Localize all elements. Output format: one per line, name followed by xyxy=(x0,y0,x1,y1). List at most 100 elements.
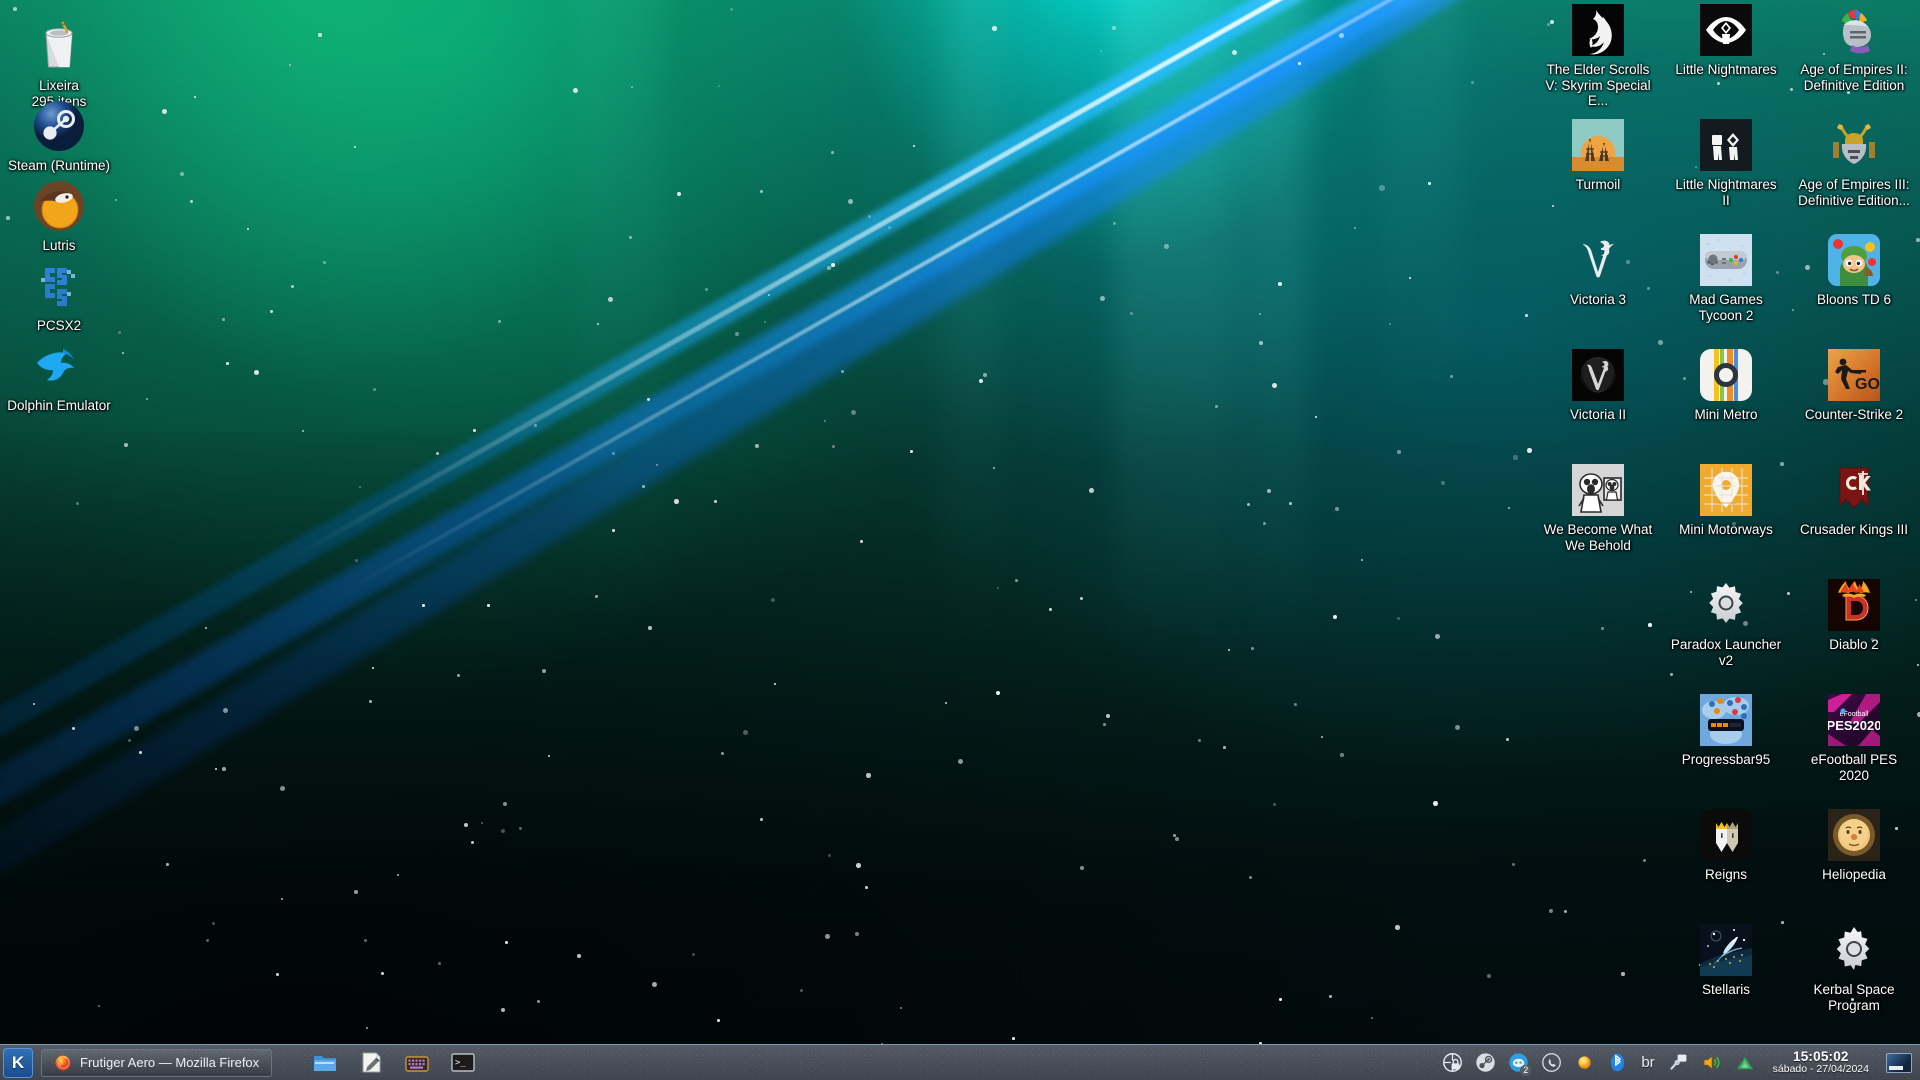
victoria-2-icon xyxy=(1570,347,1626,403)
desktop-icon-label: Dolphin Emulator xyxy=(0,398,118,414)
aoe2-icon xyxy=(1826,2,1882,58)
desktop-icon-lutris[interactable]: Lutris xyxy=(0,178,118,254)
trash-can-icon xyxy=(31,18,87,74)
desktop-icon-little-nightmares-2[interactable]: Little Nightmares II xyxy=(1670,117,1782,208)
turmoil-icon xyxy=(1570,117,1626,173)
kerbal-space-program-icon xyxy=(1826,922,1882,978)
keyboard-layout-indicator[interactable]: br xyxy=(1639,1054,1656,1071)
file-manager-icon[interactable] xyxy=(312,1050,338,1076)
progressbar95-icon xyxy=(1698,692,1754,748)
desktop-icon-label: Stellaris xyxy=(1670,982,1782,998)
desktop-icon-bloons-td-6[interactable]: Bloons TD 6 xyxy=(1798,232,1910,308)
desktop-icon-heliopedia[interactable]: Heliopedia xyxy=(1798,807,1910,883)
desktop-icon-kerbal-space-program[interactable]: Kerbal Space Program xyxy=(1798,922,1910,1013)
efootball-pes-2020-icon: eFootball PES2020 xyxy=(1826,692,1882,748)
whatsapp-icon[interactable] xyxy=(1540,1052,1562,1074)
desktop-icon-label: Heliopedia xyxy=(1798,867,1910,883)
desktop-icon-label: Age of Empires III: Definitive Edition..… xyxy=(1798,177,1910,208)
desktop-icon-label: Counter-Strike 2 xyxy=(1798,407,1910,423)
clock-date: sábado - 27/04/2024 xyxy=(1773,1064,1869,1075)
clock-time: 15:05:02 xyxy=(1773,1050,1869,1064)
desktop-icon-label: Victoria II xyxy=(1542,407,1654,423)
desktop-icon-label: Turmoil xyxy=(1542,177,1654,193)
keyboard-app-icon[interactable] xyxy=(404,1050,430,1076)
desktop-icon-victoria-3[interactable]: Victoria 3 xyxy=(1542,232,1654,308)
taskbar: K Frutiger Aero — Mozill xyxy=(0,1044,1920,1080)
victoria-3-icon xyxy=(1570,232,1626,288)
pcsx2-icon xyxy=(31,258,87,314)
discord-badge: 2 xyxy=(1520,1065,1531,1076)
desktop-icon-efootball-pes-2020[interactable]: eFootball PES2020 eFootball PES 2020 xyxy=(1798,692,1910,783)
desktop-icon-label: Paradox Launcher v2 xyxy=(1670,637,1782,668)
desktop-icon-victoria-2[interactable]: Victoria II xyxy=(1542,347,1654,423)
desktop-icon-reigns[interactable]: Reigns xyxy=(1670,807,1782,883)
desktop-icon-layer: Lixeira 295 itens Steam (Runtime) Lutris xyxy=(0,0,1920,1080)
desktop-icon-dolphin-emulator[interactable]: Dolphin Emulator xyxy=(0,338,118,414)
paradox-launcher-icon xyxy=(1698,577,1754,633)
desktop-icon-label: Progressbar95 xyxy=(1670,752,1782,768)
terminal-icon[interactable]: >_ xyxy=(450,1050,476,1076)
desktop-icon-pcsx2[interactable]: PCSX2 xyxy=(0,258,118,334)
little-nightmares-icon xyxy=(1698,2,1754,58)
desktop-icon-skyrim[interactable]: The Elder Scrolls V: Skyrim Special E... xyxy=(1542,2,1654,109)
desktop-icon-label: Mad Games Tycoon 2 xyxy=(1670,292,1782,323)
desktop-icon-we-become-what-we-behold[interactable]: We Become What We Behold xyxy=(1542,462,1654,553)
updates-icon[interactable] xyxy=(1734,1052,1756,1074)
desktop-icon-aoe3[interactable]: Age of Empires III: Definitive Edition..… xyxy=(1798,117,1910,208)
weather-sun-icon[interactable] xyxy=(1573,1052,1595,1074)
we-become-what-we-behold-icon xyxy=(1570,462,1626,518)
desktop-icon-mini-metro[interactable]: Mini Metro xyxy=(1670,347,1782,423)
taskbar-window-title: Frutiger Aero — Mozilla Firefox xyxy=(80,1055,259,1070)
desktop-icon-mad-games-tycoon-2[interactable]: Mad Games Tycoon 2 xyxy=(1670,232,1782,323)
skyrim-icon xyxy=(1570,2,1626,58)
desktop-icon-stellaris[interactable]: Stellaris xyxy=(1670,922,1782,998)
desktop-icon-label: Reigns xyxy=(1670,867,1782,883)
vault-lock-icon[interactable] xyxy=(1441,1052,1463,1074)
lutris-icon xyxy=(31,178,87,234)
svg-text:PES2020: PES2020 xyxy=(1828,718,1880,733)
heliopedia-icon xyxy=(1826,807,1882,863)
bloons-td-6-icon xyxy=(1826,232,1882,288)
desktop-icon-aoe2[interactable]: Age of Empires II: Definitive Edition xyxy=(1798,2,1910,93)
desktop-icon-label: Mini Motorways xyxy=(1670,522,1782,538)
desktop-icon-label: Little Nightmares II xyxy=(1670,177,1782,208)
show-desktop-icon[interactable] xyxy=(1886,1053,1912,1073)
desktop-icon-label: Bloons TD 6 xyxy=(1798,292,1910,308)
kde-menu-label: K xyxy=(12,1053,24,1073)
desktop-icon-label: Age of Empires II: Definitive Edition xyxy=(1798,62,1910,93)
desktop-icon-diablo-2[interactable]: Diablo 2 xyxy=(1798,577,1910,653)
desktop-icon-label: Steam (Runtime) xyxy=(0,158,118,174)
kde-menu-icon[interactable]: K xyxy=(3,1048,33,1078)
desktop-icon-label: Diablo 2 xyxy=(1798,637,1910,653)
input-method-icon[interactable] xyxy=(1668,1052,1690,1074)
task-list: Frutiger Aero — Mozilla Firefox xyxy=(41,1049,272,1077)
desktop-icon-progressbar95[interactable]: Progressbar95 xyxy=(1670,692,1782,768)
crusader-kings-3-icon xyxy=(1826,462,1882,518)
desktop-icon-turmoil[interactable]: Turmoil xyxy=(1542,117,1654,193)
volume-icon[interactable] xyxy=(1701,1052,1723,1074)
desktop-icon-little-nightmares[interactable]: Little Nightmares xyxy=(1670,2,1782,78)
desktop-icon-label: We Become What We Behold xyxy=(1542,522,1654,553)
dolphin-emulator-icon xyxy=(31,338,87,394)
desktop-icon-label: Crusader Kings III xyxy=(1798,522,1910,538)
bluetooth-icon[interactable] xyxy=(1606,1052,1628,1074)
text-editor-icon[interactable] xyxy=(358,1050,384,1076)
desktop-icon-label: The Elder Scrolls V: Skyrim Special E... xyxy=(1542,62,1654,109)
taskbar-launchers: >_ xyxy=(312,1050,476,1076)
aoe3-icon xyxy=(1826,117,1882,173)
desktop-icon-label: eFootball PES 2020 xyxy=(1798,752,1910,783)
desktop-icon-crusader-kings-3[interactable]: Crusader Kings III xyxy=(1798,462,1910,538)
steam-tray-icon[interactable] xyxy=(1474,1052,1496,1074)
desktop-icon-label: PCSX2 xyxy=(0,318,118,334)
steam-icon xyxy=(31,98,87,154)
desktop-icon-steam-runtime[interactable]: Steam (Runtime) xyxy=(0,98,118,174)
mini-motorways-icon: motorways xyxy=(1698,462,1754,518)
clock[interactable]: 15:05:02 sábado - 27/04/2024 xyxy=(1767,1050,1875,1075)
desktop-icon-paradox-launcher[interactable]: Paradox Launcher v2 xyxy=(1670,577,1782,668)
taskbar-window-firefox[interactable]: Frutiger Aero — Mozilla Firefox xyxy=(41,1049,272,1077)
desktop-icon-label: Victoria 3 xyxy=(1542,292,1654,308)
desktop-icon-trash[interactable]: Lixeira 295 itens xyxy=(0,18,118,109)
desktop-icon-mini-motorways[interactable]: motorways Mini Motorways xyxy=(1670,462,1782,538)
discord-icon[interactable]: 2 xyxy=(1507,1052,1529,1074)
desktop-icon-counter-strike-2[interactable]: GO Counter-Strike 2 xyxy=(1798,347,1910,423)
